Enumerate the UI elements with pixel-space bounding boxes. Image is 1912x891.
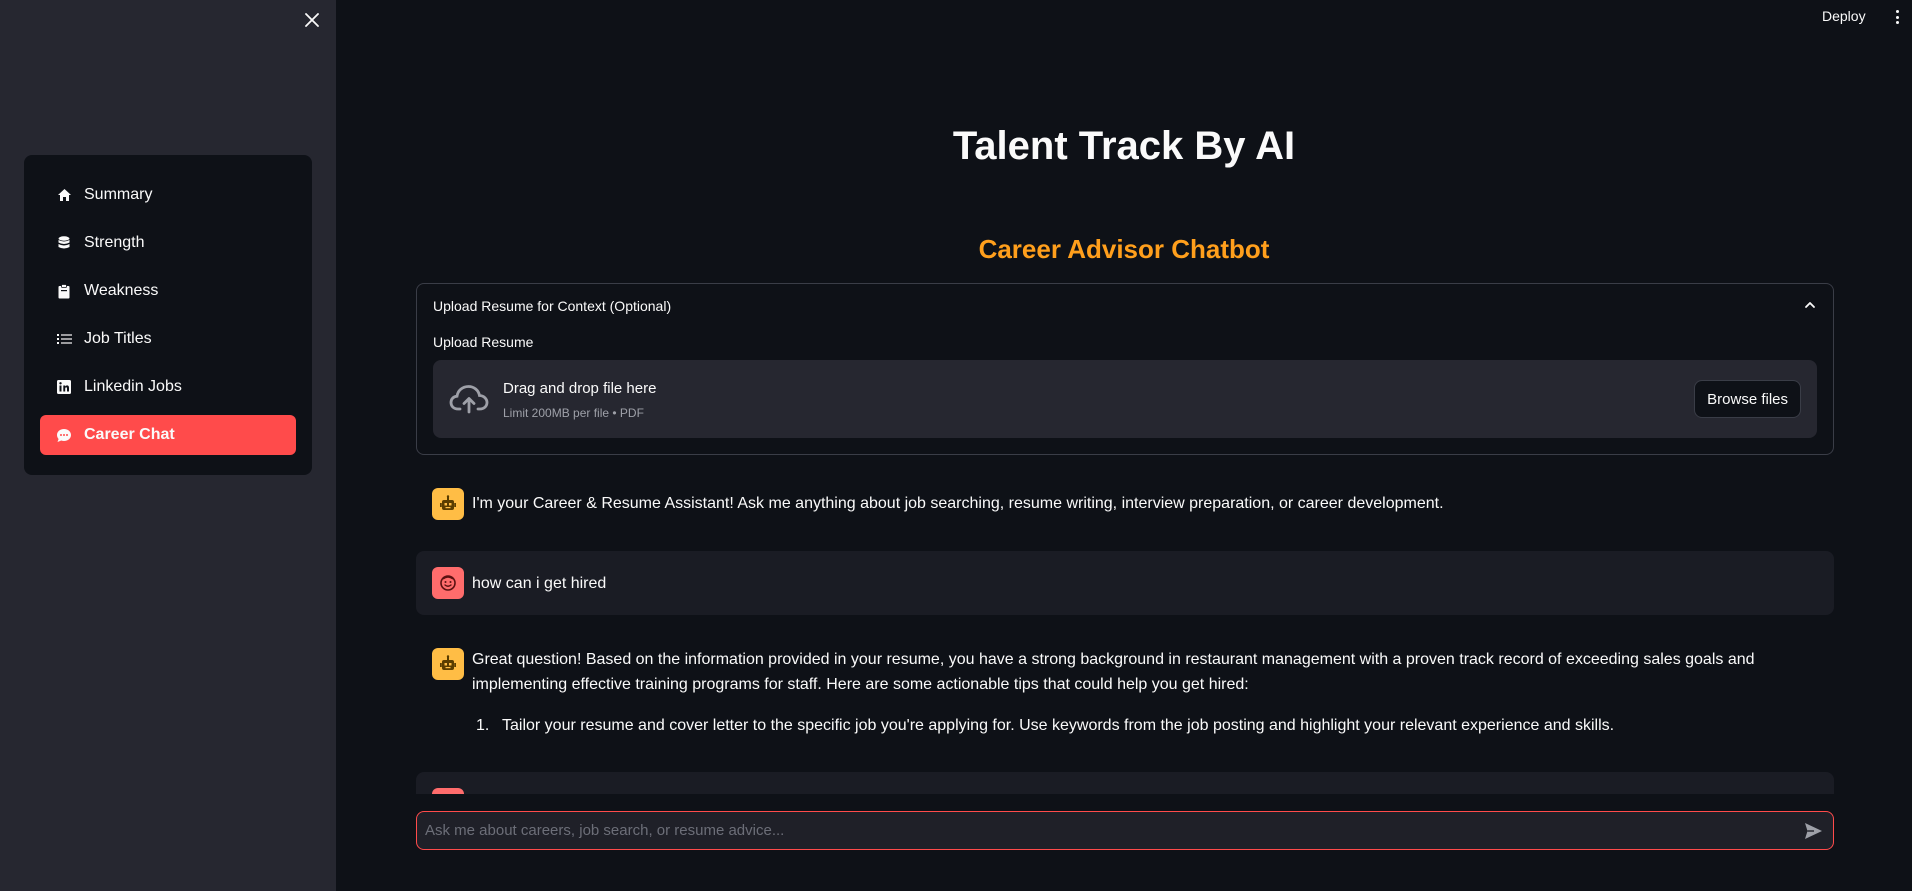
list-text: Tailor your resume and cover letter to t… — [502, 717, 1615, 734]
nav-menu: Summary Strength Weakness Job Titles Lin… — [24, 155, 312, 475]
deploy-button[interactable]: Deploy — [1822, 8, 1866, 24]
sidebar-item-linkedin-jobs[interactable]: Linkedin Jobs — [40, 367, 296, 407]
more-vertical-icon — [1895, 10, 1899, 13]
clipboard-icon — [56, 283, 72, 299]
cloud-upload-icon — [449, 385, 489, 414]
sidebar-item-label: Strength — [84, 234, 145, 251]
close-sidebar-button[interactable] — [300, 8, 324, 32]
sidebar-item-label: Linkedin Jobs — [84, 378, 182, 395]
linkedin-icon — [56, 379, 72, 395]
sidebar-item-label: Career Chat — [84, 426, 175, 443]
browse-files-button[interactable]: Browse files — [1694, 380, 1801, 418]
chat-input-container — [416, 811, 1834, 850]
user-avatar — [432, 788, 464, 794]
chat-message-user — [416, 772, 1834, 794]
chat-message-assistant: I'm your Career & Resume Assistant! Ask … — [416, 478, 1834, 530]
page-title: Talent Track By AI — [952, 124, 1296, 168]
user-avatar — [432, 567, 464, 599]
sidebar-item-label: Job Titles — [84, 330, 152, 347]
page-subtitle: Career Advisor Chatbot — [978, 234, 1270, 264]
upload-resume-label: Upload Resume — [433, 334, 534, 350]
sidebar-item-label: Weakness — [84, 282, 159, 299]
send-icon[interactable] — [1803, 821, 1823, 841]
list-item: 1. Tailor your resume and cover letter to… — [472, 713, 1614, 738]
home-icon — [56, 187, 72, 203]
sidebar: Summary Strength Weakness Job Titles Lin… — [0, 0, 336, 891]
dropzone-title: Drag and drop file here — [503, 380, 657, 397]
main-menu-button[interactable] — [1890, 8, 1904, 26]
database-icon — [56, 235, 72, 251]
list-number: 1. — [476, 717, 490, 734]
sidebar-item-label: Summary — [84, 186, 153, 203]
upload-expander: Upload Resume for Context (Optional) Upl… — [416, 283, 1834, 455]
chat-message-assistant: Great question! Based on the information… — [416, 636, 1834, 746]
message-text: Great question! Based on the information… — [472, 651, 1755, 693]
sidebar-item-weakness[interactable]: Weakness — [40, 271, 296, 311]
sidebar-item-summary[interactable]: Summary — [40, 175, 296, 215]
chat-input[interactable] — [417, 812, 1787, 849]
assistant-avatar — [432, 488, 464, 520]
list-icon — [56, 331, 72, 347]
message-text: I'm your Career & Resume Assistant! Ask … — [472, 495, 1444, 512]
sidebar-item-career-chat[interactable]: Career Chat — [40, 415, 296, 455]
assistant-avatar — [432, 648, 464, 680]
close-icon — [305, 13, 319, 27]
smiley-icon — [440, 575, 456, 591]
dropzone-limit: Limit 200MB per file • PDF — [503, 406, 644, 420]
robot-icon — [440, 495, 456, 510]
sidebar-item-job-titles[interactable]: Job Titles — [40, 319, 296, 359]
chat-message-user: how can i get hired — [416, 551, 1834, 615]
robot-icon — [440, 655, 456, 670]
chat-icon — [56, 427, 72, 443]
file-dropzone[interactable]: Drag and drop file here Limit 200MB per … — [433, 360, 1817, 438]
message-text: how can i get hired — [472, 575, 607, 592]
sidebar-item-strength[interactable]: Strength — [40, 223, 296, 263]
chevron-up-icon[interactable] — [1803, 298, 1817, 312]
expander-header[interactable]: Upload Resume for Context (Optional) — [433, 298, 671, 314]
